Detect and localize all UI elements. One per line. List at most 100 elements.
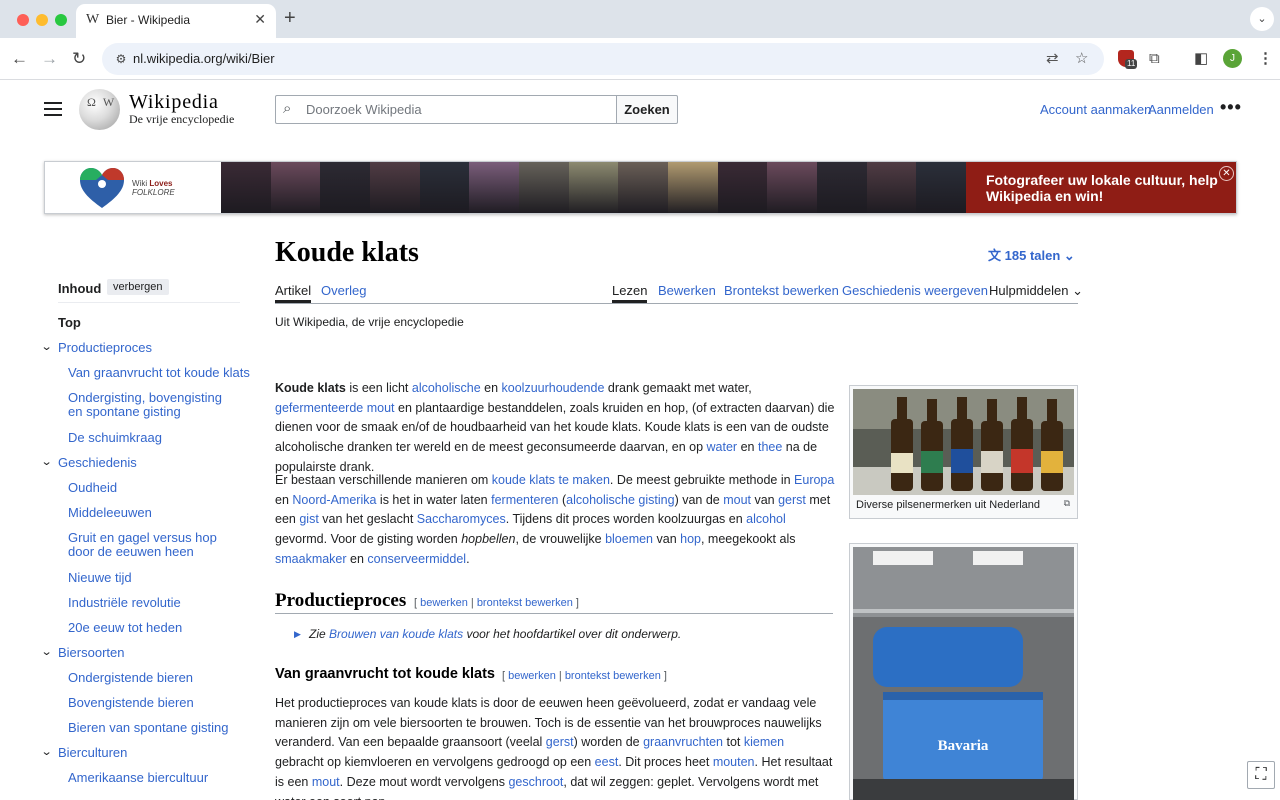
wiki-loves-folklore-banner[interactable]: Wiki Loves FOLKLORE Fotografeer uw lokal…: [44, 161, 1237, 214]
link[interactable]: hop: [680, 532, 701, 546]
main-article-link[interactable]: Brouwen van koude klats: [329, 627, 463, 641]
wiki-loves-folklore-logo: [80, 168, 124, 208]
toc-hide-button[interactable]: verbergen: [107, 279, 169, 295]
close-tab-icon[interactable]: ✕: [254, 11, 266, 28]
profile-avatar[interactable]: J: [1223, 49, 1242, 68]
toc-item-biersoorten[interactable]: Biersoorten: [58, 646, 124, 660]
link[interactable]: geschroot: [508, 775, 563, 789]
link[interactable]: water: [707, 440, 738, 454]
tab-read[interactable]: Lezen: [612, 283, 648, 303]
link[interactable]: kiemen: [744, 735, 784, 749]
search-input[interactable]: [306, 96, 606, 123]
link[interactable]: gerst: [778, 493, 806, 507]
browser-tab[interactable]: W Bier - Wikipedia ✕: [76, 4, 276, 38]
tab-edit-source[interactable]: Brontekst bewerken: [724, 283, 839, 298]
toc-item-industriele-revolutie[interactable]: Industriële revolutie: [68, 596, 181, 610]
forward-button[interactable]: →: [41, 47, 58, 71]
link[interactable]: conserveermiddel: [367, 552, 466, 566]
toc-item-top[interactable]: Top: [58, 316, 81, 330]
edit-section-link[interactable]: bewerken: [420, 597, 468, 609]
banner-close-icon[interactable]: ✕: [1219, 166, 1234, 181]
chevron-down-icon[interactable]: ⌄: [41, 745, 53, 758]
link[interactable]: bloemen: [605, 532, 653, 546]
toc-item-ondergistende-bieren[interactable]: Ondergistende bieren: [68, 671, 193, 685]
search-button[interactable]: Zoeken: [616, 95, 678, 124]
extension-badge: 11: [1125, 59, 1138, 69]
edit-section-link[interactable]: bewerken: [508, 670, 556, 682]
link[interactable]: gefermenteerde mout: [275, 401, 395, 415]
toc-item-spontane-gisting[interactable]: Bieren van spontane gisting: [68, 721, 228, 735]
toc-item-schuimkraag[interactable]: De schuimkraag: [68, 431, 162, 445]
reload-button[interactable]: ↻: [72, 47, 86, 71]
close-window-button[interactable]: [17, 14, 29, 26]
toc-item-20e-eeuw[interactable]: 20e eeuw tot heden: [68, 621, 182, 635]
browser-toolbar: ← → ↻ ⚙ nl.wikipedia.org/wiki/Bier ⇄ ☆ 1…: [0, 38, 1280, 80]
chevron-down-icon[interactable]: ⌄: [41, 455, 53, 468]
wikipedia-wordmark[interactable]: Wikipedia: [129, 91, 219, 114]
beer-bottles-image[interactable]: [853, 389, 1074, 495]
browser-menu-icon[interactable]: ⋮: [1258, 48, 1273, 70]
chevron-down-icon[interactable]: ⌄: [41, 645, 53, 658]
side-panel-icon[interactable]: ◧: [1194, 48, 1208, 70]
toc-item-middeleeuwen[interactable]: Middeleeuwen: [68, 506, 152, 520]
link[interactable]: Europa: [794, 473, 834, 487]
maximize-window-button[interactable]: [55, 14, 67, 26]
link[interactable]: graanvruchten: [643, 735, 723, 749]
extensions-puzzle-icon[interactable]: ⧉: [1149, 48, 1160, 70]
translate-icon[interactable]: ⇄: [1046, 49, 1059, 69]
method-paragraph: Er bestaan verschillende manieren om kou…: [275, 473, 835, 566]
toc-item-van-graanvrucht[interactable]: Van graanvrucht tot koude klats: [68, 366, 250, 380]
tools-dropdown[interactable]: Hulpmiddelen ⌄: [989, 283, 1083, 299]
toc-item-gruit-en-gagel[interactable]: Gruit en gagel versus hop door de eeuwen…: [68, 531, 238, 559]
toc-item-nieuwe-tijd[interactable]: Nieuwe tijd: [68, 571, 132, 585]
tab-talk[interactable]: Overleg: [321, 283, 367, 298]
link[interactable]: eest: [595, 755, 619, 769]
minimize-window-button[interactable]: [36, 14, 48, 26]
toc-item-productieproces[interactable]: Productieproces: [58, 341, 152, 355]
toc-item-bovengistende-bieren[interactable]: Bovengistende bieren: [68, 696, 194, 710]
tab-history[interactable]: Geschiedenis weergeven: [842, 283, 988, 298]
main-menu-icon[interactable]: [44, 102, 62, 116]
link[interactable]: alcohol: [746, 512, 786, 526]
enlarge-icon[interactable]: ⧉: [1064, 498, 1070, 509]
link[interactable]: gerst: [546, 735, 574, 749]
link[interactable]: thee: [758, 440, 782, 454]
link[interactable]: koude klats te maken: [492, 473, 610, 487]
new-tab-button[interactable]: +: [284, 8, 296, 28]
login-link[interactable]: Aanmelden: [1148, 102, 1214, 117]
tab-search-button[interactable]: ⌄: [1250, 7, 1274, 31]
toc-item-oudheid[interactable]: Oudheid: [68, 481, 117, 495]
link[interactable]: smaakmaker: [275, 552, 347, 566]
back-button[interactable]: ←: [11, 47, 28, 71]
toc-item-geschiedenis[interactable]: Geschiedenis: [58, 456, 137, 470]
bookmark-star-icon[interactable]: ☆: [1075, 49, 1088, 69]
toc-item-ondergisting[interactable]: Ondergisting, bovengisting en spontane g…: [68, 391, 238, 419]
tab-article[interactable]: Artikel: [275, 283, 312, 303]
site-info-icon[interactable]: ⚙: [111, 49, 131, 69]
toc-item-amerikaanse-biercultuur[interactable]: Amerikaanse biercultuur: [68, 771, 208, 785]
edit-source-section-link[interactable]: brontekst bewerken: [565, 670, 661, 682]
link[interactable]: koolzuurhoudende: [502, 381, 605, 395]
banner-photo: [668, 162, 718, 213]
chevron-down-icon[interactable]: ⌄: [41, 340, 53, 353]
link[interactable]: alcoholische: [412, 381, 481, 395]
create-account-link[interactable]: Account aanmaken: [1040, 102, 1151, 117]
toc-item-bierculturen[interactable]: Biercul­turen: [58, 746, 127, 760]
link[interactable]: mouten: [713, 755, 755, 769]
wikipedia-globe-logo[interactable]: Ω W: [79, 89, 120, 130]
address-bar[interactable]: ⚙ nl.wikipedia.org/wiki/Bier ⇄ ☆: [102, 43, 1104, 75]
link[interactable]: fermenteren: [491, 493, 558, 507]
edit-source-section-link[interactable]: brontekst bewerken: [477, 597, 573, 609]
language-button[interactable]: 文 185 talen ⌄: [988, 245, 1075, 264]
link[interactable]: alcoholische gisting: [566, 493, 674, 507]
link[interactable]: Saccharomyces: [417, 512, 506, 526]
link[interactable]: gist: [299, 512, 318, 526]
more-options-icon[interactable]: •••: [1220, 97, 1242, 118]
tab-edit[interactable]: Bewerken: [658, 283, 716, 298]
banner-call-to-action[interactable]: Fotografeer uw lokale cultuur, help Wiki…: [966, 162, 1236, 213]
link[interactable]: mout: [723, 493, 751, 507]
bavaria-crates-image[interactable]: Bavaria: [853, 547, 1074, 800]
link[interactable]: mout: [312, 775, 340, 789]
link[interactable]: Noord-Amerika: [292, 493, 376, 507]
fullscreen-button[interactable]: ⛶: [1247, 761, 1275, 789]
